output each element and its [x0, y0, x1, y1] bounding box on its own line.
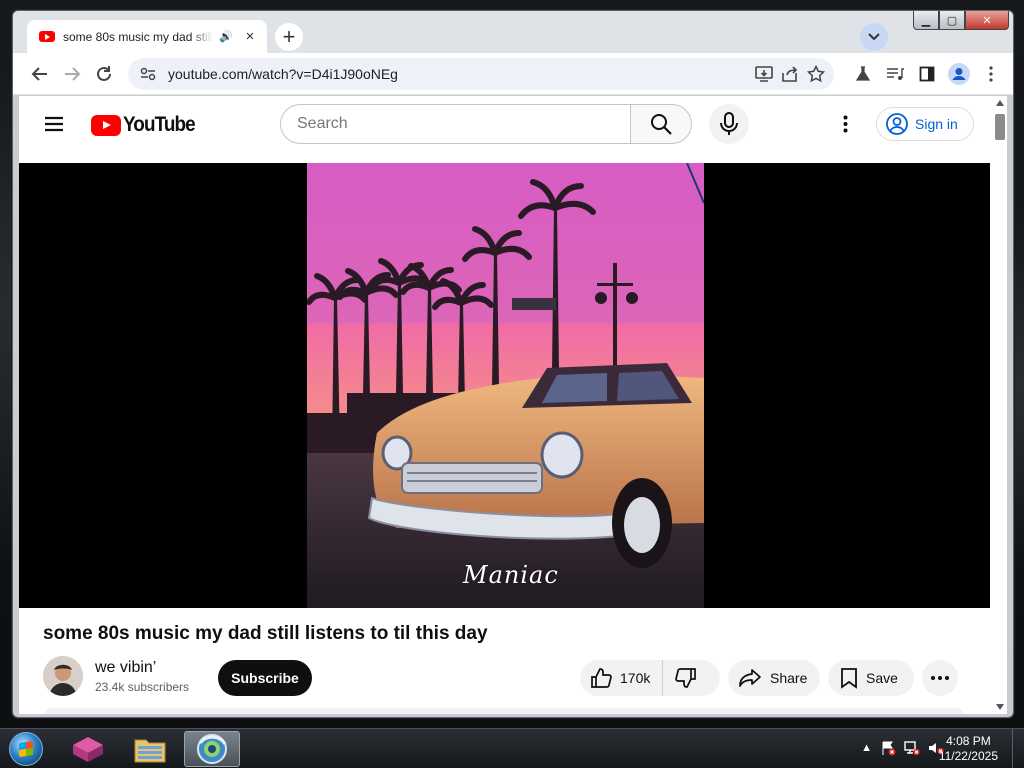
- close-window-button[interactable]: ✕: [965, 11, 1009, 30]
- save-button[interactable]: Save: [828, 660, 914, 696]
- tray-expand-icon[interactable]: ▲: [861, 742, 872, 754]
- settings-more-button[interactable]: [833, 112, 857, 136]
- system-clock[interactable]: 4:08 PM 11/22/2025: [939, 734, 998, 764]
- thumbs-up-icon: [591, 668, 612, 688]
- share-button[interactable]: Share: [728, 660, 820, 696]
- tab-search-button[interactable]: [860, 23, 888, 51]
- taskbar-file-explorer[interactable]: [122, 731, 178, 767]
- url-text: youtube.com/watch?v=D4i1J90oNEg: [168, 66, 398, 82]
- account-circle-icon: [886, 113, 908, 135]
- maximize-button[interactable]: ▢: [939, 11, 965, 30]
- youtube-favicon-icon: [39, 31, 55, 42]
- folder-icon: [134, 739, 166, 763]
- subscriber-count: 23.4k subscribers: [95, 679, 190, 694]
- search-input[interactable]: [280, 104, 630, 144]
- scroll-thumb[interactable]: [995, 114, 1005, 140]
- menu-hamburger-icon[interactable]: [39, 112, 69, 136]
- reload-icon: [97, 66, 111, 81]
- site-settings-icon[interactable]: [140, 67, 156, 81]
- voice-search-button[interactable]: [709, 104, 749, 144]
- labs-flask-icon[interactable]: [851, 62, 875, 86]
- more-vertical-icon: [843, 115, 847, 133]
- video-actions: 170k Share Save: [580, 660, 958, 696]
- youtube-page: YouTube Sign in: [19, 96, 1007, 714]
- sign-in-label: Sign in: [915, 116, 958, 132]
- dislike-button[interactable]: [663, 667, 709, 689]
- description-box[interactable]: [43, 708, 965, 714]
- search-button[interactable]: [630, 104, 692, 144]
- search-bar: [280, 104, 692, 144]
- system-tray: ▲: [861, 740, 944, 756]
- share-arrow-icon: [739, 669, 761, 687]
- show-desktop-button[interactable]: [1012, 729, 1024, 768]
- windows-logo-icon: [9, 732, 43, 766]
- tab-title: some 80s music my dad still listens to t…: [63, 29, 213, 44]
- like-button[interactable]: 170k: [580, 660, 664, 696]
- youtube-header: YouTube Sign in: [19, 96, 993, 152]
- clock-time: 4:08 PM: [946, 734, 991, 748]
- video-watermark: Maniac: [463, 561, 559, 589]
- browser-window: some 80s music my dad still listens to t…: [12, 10, 1014, 718]
- arrow-right-icon: [65, 67, 81, 81]
- address-bar[interactable]: youtube.com/watch?v=D4i1J90oNEg: [128, 58, 834, 90]
- new-tab-button[interactable]: +: [275, 23, 303, 51]
- action-center-flag-icon[interactable]: [880, 740, 896, 756]
- bookmark-icon: [841, 668, 857, 689]
- forward-button[interactable]: [60, 62, 84, 86]
- profile-avatar-icon[interactable]: [947, 62, 971, 86]
- browser-menu-icon[interactable]: [979, 62, 1003, 86]
- tab-youtube-video[interactable]: some 80s music my dad still listens to t…: [27, 20, 267, 53]
- media-queue-icon[interactable]: [883, 62, 907, 86]
- more-horizontal-icon: [931, 676, 949, 680]
- tab-close-button[interactable]: ×: [241, 28, 259, 45]
- subscribe-button[interactable]: Subscribe: [218, 660, 312, 696]
- video-player[interactable]: Maniac: [19, 163, 990, 608]
- page-scrollbar[interactable]: [993, 96, 1007, 714]
- window-controls: ▁ ▢ ✕: [913, 11, 1009, 31]
- scroll-up-arrow-icon[interactable]: [996, 100, 1004, 106]
- video-frame-art: [307, 163, 704, 608]
- arrow-left-icon: [31, 67, 47, 81]
- scroll-down-arrow-icon[interactable]: [996, 704, 1004, 710]
- video-frame: Maniac: [307, 163, 704, 608]
- speaker-icon[interactable]: 🔊: [219, 30, 233, 43]
- install-app-icon[interactable]: [754, 64, 774, 84]
- video-title: some 80s music my dad still listens to t…: [43, 623, 488, 644]
- search-icon: [651, 114, 672, 135]
- side-panel-icon[interactable]: [915, 62, 939, 86]
- network-icon[interactable]: [904, 740, 920, 756]
- taskbar-browser[interactable]: [184, 731, 240, 767]
- microphone-icon: [720, 112, 738, 135]
- sign-in-button[interactable]: Sign in: [876, 107, 974, 141]
- taskbar-app-1[interactable]: [60, 731, 116, 767]
- reload-button[interactable]: [92, 62, 116, 86]
- app-cube-icon: [73, 737, 103, 762]
- logo-text: YouTube: [123, 113, 196, 136]
- youtube-play-logo-icon: [91, 114, 121, 136]
- channel-info: we vibin’ 23.4k subscribers: [43, 655, 189, 697]
- like-count: 170k: [620, 670, 651, 686]
- like-dislike-group: 170k: [580, 660, 720, 696]
- tab-strip: some 80s music my dad still listens to t…: [13, 11, 1013, 53]
- more-actions-button[interactable]: [922, 660, 958, 696]
- clock-date: 11/22/2025: [938, 749, 998, 763]
- chevron-down-icon: [868, 33, 880, 41]
- bookmark-star-icon[interactable]: [806, 64, 826, 84]
- share-label: Share: [770, 670, 808, 686]
- back-button[interactable]: [28, 62, 52, 86]
- start-button[interactable]: [6, 731, 46, 767]
- taskbar: ▲ 4:08 PM 11/22/2025: [0, 728, 1024, 768]
- minimize-button[interactable]: ▁: [913, 11, 939, 30]
- thumbs-down-icon: [675, 668, 697, 688]
- youtube-logo[interactable]: YouTube: [91, 113, 203, 137]
- browser-toolbar: youtube.com/watch?v=D4i1J90oNEg: [13, 53, 1013, 95]
- channel-name[interactable]: we vibin’: [95, 659, 189, 677]
- browser-globe-icon: [197, 734, 227, 764]
- save-label: Save: [866, 670, 898, 686]
- channel-avatar[interactable]: [43, 656, 83, 696]
- share-page-icon[interactable]: [780, 64, 800, 84]
